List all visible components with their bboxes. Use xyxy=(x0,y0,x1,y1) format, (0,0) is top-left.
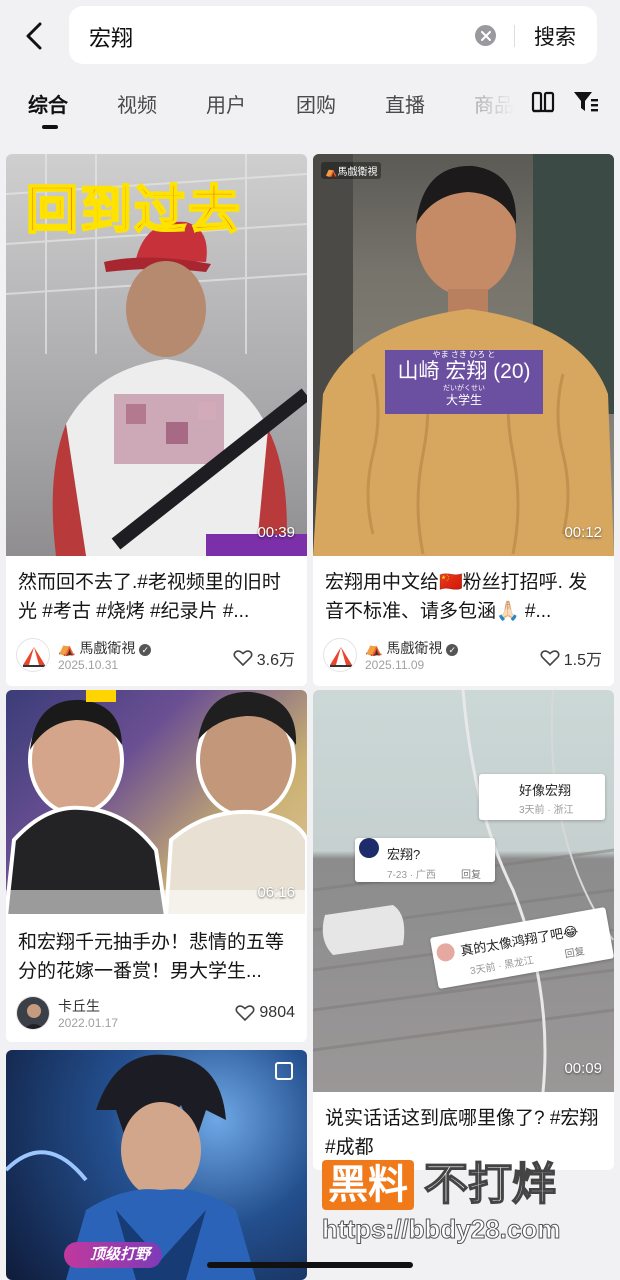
comment-text: 宏翔? xyxy=(387,847,421,862)
comment-meta: 3天前 · 浙江 xyxy=(519,805,574,816)
filter-icon[interactable] xyxy=(573,90,599,114)
like-count-value: 3.6万 xyxy=(256,652,295,669)
publish-date: 2025.11.09 xyxy=(365,658,425,672)
source-badge: ⛺馬戲衛視 xyxy=(321,162,382,179)
thumbnail-illustration xyxy=(313,690,614,1092)
reply-link: 回复 xyxy=(563,946,586,961)
author-name[interactable]: 卡丘生 xyxy=(58,996,100,1016)
tab-fade xyxy=(466,72,526,132)
search-header: 宏翔 搜索 xyxy=(0,0,620,72)
author-label: 馬戲衛視 xyxy=(79,640,136,656)
search-input[interactable]: 宏翔 搜索 xyxy=(69,6,597,64)
video-thumbnail[interactable]: ⛺馬戲衛視 やま さき ひろ と 山崎 宏翔 (20) だいがくせい 大学生 0… xyxy=(313,154,614,556)
commenter-avatar xyxy=(435,941,457,963)
watermark: 黑料 不打烊 https://bbdy28.com xyxy=(321,1159,602,1246)
circus-tent-icon xyxy=(330,647,352,667)
watermark-url: https://bbdy28.com xyxy=(321,1214,561,1245)
circus-tent-icon: ⛺ xyxy=(325,167,338,178)
caption-name: 山崎 宏翔 (20) xyxy=(397,360,531,383)
avatar[interactable] xyxy=(323,638,357,672)
active-tab-indicator xyxy=(42,125,58,129)
result-card[interactable]: 06:16 和宏翔千元抽手办！悲情的五等分的花嫁一番赏！男大学生... 卡丘生 … xyxy=(6,690,307,1042)
result-card[interactable]: 顶级打野 xyxy=(6,1050,307,1280)
avatar[interactable] xyxy=(16,996,50,1030)
comment-bubble: 好像宏翔 3天前 · 浙江 xyxy=(479,774,605,820)
back-button[interactable] xyxy=(14,14,54,58)
layout-toggle-icon[interactable] xyxy=(531,90,555,114)
author-name[interactable]: ⛺ 馬戲衛視 ✓ xyxy=(58,638,152,658)
publish-date: 2022.01.17 xyxy=(58,1016,119,1030)
caption-sub: 大学生 xyxy=(445,393,482,407)
publish-date: 2025.10.31 xyxy=(58,658,119,672)
caption-ruby-sub: だいがくせい xyxy=(443,385,485,392)
thumbnail-illustration xyxy=(6,690,307,916)
card-title[interactable]: 和宏翔千元抽手办！悲情的五等分的花嫁一番赏！男大学生... xyxy=(18,928,297,986)
verified-icon: ✓ xyxy=(139,644,152,656)
commenter-avatar xyxy=(359,838,379,858)
author-name[interactable]: ⛺ 馬戲衛視 ✓ xyxy=(365,638,459,658)
comment-text: 好像宏翔 xyxy=(519,783,572,798)
tab-video[interactable]: 视频 xyxy=(117,89,157,118)
home-indicator[interactable] xyxy=(207,1262,413,1268)
video-thumbnail[interactable]: 顶级打野 xyxy=(6,1050,307,1280)
top-badge: 顶级打野 xyxy=(64,1242,163,1268)
result-card[interactable]: 回到过去 00:39 然而回不去了.#老视频里的旧时光 #考古 #烧烤 #纪录片… xyxy=(6,154,307,686)
video-thumbnail[interactable]: 回到过去 00:39 xyxy=(6,154,307,556)
circus-tent-icon: ⛺ xyxy=(58,640,76,656)
chevron-left-icon xyxy=(26,22,42,50)
watermark-slogan: 不打烊 xyxy=(423,1159,557,1210)
video-thumbnail[interactable]: 好像宏翔 3天前 · 浙江 宏翔? 7-23 · 广西 回复 真的太像鸿翔了吧😂… xyxy=(313,690,614,1092)
source-badge-label: 馬戲衛視 xyxy=(337,167,378,178)
tab-group-buy[interactable]: 团购 xyxy=(296,89,336,118)
clear-search-button[interactable] xyxy=(475,25,496,46)
like-count[interactable]: 1.5万 xyxy=(540,646,602,670)
card-meta: 卡丘生 2022.01.17 9804 xyxy=(16,996,295,1036)
card-meta: ⛺ 馬戲衛視 ✓ 2025.10.31 3.6万 xyxy=(16,638,295,678)
search-button[interactable]: 搜索 xyxy=(534,21,576,51)
tab-users[interactable]: 用户 xyxy=(206,89,246,118)
duration: 06:16 xyxy=(257,884,295,901)
avatar[interactable] xyxy=(16,638,50,672)
card-title[interactable]: 然而回不去了.#老视频里的旧时光 #考古 #烧烤 #纪录片 #... xyxy=(18,568,297,626)
video-thumbnail[interactable]: 06:16 xyxy=(6,690,307,916)
reply-link: 回复 xyxy=(461,870,481,881)
category-tabs: 综合 视频 用户 团购 直播 商品 xyxy=(0,72,620,146)
result-card[interactable]: ⛺馬戲衛視 やま さき ひろ と 山崎 宏翔 (20) だいがくせい 大学生 0… xyxy=(313,154,614,686)
heart-icon xyxy=(540,650,560,667)
card-title[interactable]: 宏翔用中文给🇨🇳粉丝打招呼. 发音不标准、请多包涵🙏🏻 #... xyxy=(325,568,604,626)
like-count[interactable]: 9804 xyxy=(235,1004,295,1022)
name-caption: やま さき ひろ と 山崎 宏翔 (20) だいがくせい 大学生 xyxy=(385,350,543,414)
verified-icon: ✓ xyxy=(446,644,459,656)
duration: 00:12 xyxy=(564,524,602,541)
author-label: 馬戲衛視 xyxy=(386,640,443,656)
circus-tent-icon: ⛺ xyxy=(365,640,383,656)
duration: 00:39 xyxy=(257,524,295,541)
like-count[interactable]: 3.6万 xyxy=(233,646,295,670)
heart-icon xyxy=(233,650,253,667)
caption-ruby: やま さき ひろ と xyxy=(432,350,496,359)
user-avatar-icon xyxy=(17,997,49,1029)
comment-meta: 7-23 · 广西 xyxy=(387,870,436,881)
like-count-value: 1.5万 xyxy=(563,652,602,669)
card-title[interactable]: 说实话话这到底哪里像了? #宏翔 #成都 xyxy=(325,1104,604,1162)
tab-comprehensive[interactable]: 综合 xyxy=(28,89,68,118)
close-icon xyxy=(480,30,491,41)
duration: 00:09 xyxy=(564,1060,602,1077)
tab-live[interactable]: 直播 xyxy=(385,89,425,118)
overlay-title: 回到过去 xyxy=(25,180,243,242)
multi-image-icon xyxy=(275,1062,293,1080)
watermark-brand: 黑料 xyxy=(322,1160,414,1210)
result-card[interactable]: 好像宏翔 3天前 · 浙江 宏翔? 7-23 · 广西 回复 真的太像鸿翔了吧😂… xyxy=(313,690,614,1170)
like-count-value: 9804 xyxy=(259,1004,295,1021)
search-query[interactable]: 宏翔 xyxy=(89,21,133,53)
circus-tent-icon xyxy=(23,647,45,667)
divider xyxy=(514,25,515,47)
comment-bubble: 宏翔? 7-23 · 广西 回复 xyxy=(355,838,495,882)
card-meta: ⛺ 馬戲衛視 ✓ 2025.11.09 1.5万 xyxy=(323,638,602,678)
heart-icon xyxy=(235,1005,255,1022)
